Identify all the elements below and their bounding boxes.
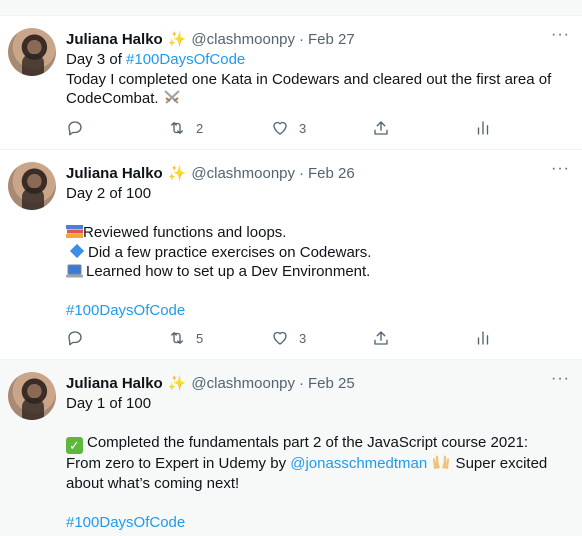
hashtag-link[interactable]: #100DaysOfCode	[66, 514, 185, 531]
share-button[interactable]	[372, 119, 390, 137]
author-handle[interactable]: @clashmoonpy	[191, 375, 295, 392]
books-icon	[66, 225, 83, 238]
retweet-button[interactable]: 2	[168, 119, 203, 137]
retweet-icon	[171, 332, 183, 344]
author-handle[interactable]: @clashmoonpy	[191, 31, 295, 48]
share-icon	[374, 121, 388, 135]
avatar[interactable]	[8, 28, 56, 76]
separator-dot: ·	[299, 30, 304, 48]
list-item-text: Learned how to set up a Dev Environment.	[86, 263, 371, 280]
blue-diamond-icon	[69, 243, 85, 258]
analytics-icon	[477, 331, 489, 345]
sparkles-icon: ✨	[167, 165, 187, 182]
sparkles-icon: ✨	[167, 375, 187, 392]
more-icon[interactable]: ···	[551, 370, 570, 388]
tweet-text-line: Day 2 of 100	[66, 185, 152, 202]
sparkles-icon: ✨	[167, 31, 187, 48]
mention-link[interactable]: @jonasschmedtman	[290, 455, 427, 472]
separator-dot: ·	[299, 164, 304, 182]
analytics-button[interactable]	[474, 329, 492, 347]
retweet-count: 2	[196, 120, 204, 136]
tweet[interactable]: Juliana Halko ✨ @clashmoonpy · Feb 27 ··…	[0, 16, 582, 150]
tweet-header: Juliana Halko ✨ @clashmoonpy · Feb 25 ··…	[66, 370, 570, 394]
tweet-text-line: CodeCombat.	[66, 90, 159, 107]
tweet-text-line: Day 1 of 100	[66, 395, 152, 412]
previous-tweet-edge	[0, 0, 582, 16]
analytics-button[interactable]	[474, 119, 492, 137]
more-icon[interactable]: ···	[551, 26, 570, 44]
raising-hands-icon	[433, 455, 450, 469]
tweet-content: Juliana Halko ✨ @clashmoonpy · Feb 27 ··…	[66, 26, 570, 109]
tweet[interactable]: Juliana Halko ✨ @clashmoonpy · Feb 26 ··…	[0, 150, 582, 360]
tweet-text-line: Day 3 of	[66, 51, 127, 68]
tweet-actions: 2 3	[66, 119, 496, 139]
reply-button[interactable]	[66, 119, 84, 137]
tweet-text-line: Completed the fundamentals part 2 of the…	[87, 434, 529, 451]
share-button[interactable]	[372, 329, 390, 347]
tweet-text-line: Today I completed one Kata in Codewars a…	[66, 70, 552, 88]
hashtag-link[interactable]: #100DaysOfCode	[126, 51, 245, 68]
reply-button[interactable]	[66, 329, 84, 347]
like-count: 3	[299, 120, 307, 136]
like-count: 3	[299, 330, 307, 346]
author-name[interactable]: Juliana Halko	[66, 31, 163, 48]
crossed-swords-icon	[163, 90, 180, 104]
tweet-content: Juliana Halko ✨ @clashmoonpy · Feb 25 ··…	[66, 370, 570, 532]
tweet-text: Day 3 of #100DaysOfCode Today I complete…	[66, 50, 570, 109]
like-icon	[273, 121, 287, 135]
tweet-text-line: From zero to Expert in Udemy by	[66, 455, 291, 472]
share-icon	[374, 331, 388, 345]
like-icon	[273, 331, 287, 345]
tweet-text-line: Super excited	[451, 455, 548, 472]
tweet-date[interactable]: Feb 27	[308, 31, 355, 48]
author-name[interactable]: Juliana Halko	[66, 165, 163, 182]
author-name[interactable]: Juliana Halko	[66, 375, 163, 392]
tweet-date[interactable]: Feb 26	[308, 165, 355, 182]
tweet-content: Juliana Halko ✨ @clashmoonpy · Feb 26 ··…	[66, 160, 570, 321]
tweet-actions: 5 3	[66, 329, 496, 349]
author-handle[interactable]: @clashmoonpy	[191, 165, 295, 182]
reply-icon	[68, 121, 82, 136]
tweet[interactable]: Juliana Halko ✨ @clashmoonpy · Feb 25 ··…	[0, 360, 582, 536]
tweet-text-line: about what’s coming next!	[66, 474, 240, 492]
analytics-icon	[477, 121, 489, 135]
retweet-icon	[171, 122, 183, 134]
reply-icon	[68, 331, 82, 346]
more-icon[interactable]: ···	[551, 160, 570, 178]
tweet-header: Juliana Halko ✨ @clashmoonpy · Feb 26 ··…	[66, 160, 570, 184]
like-button[interactable]: 3	[271, 119, 306, 137]
retweet-button[interactable]: 5	[168, 329, 203, 347]
retweet-count: 5	[196, 330, 204, 346]
separator-dot: ·	[299, 374, 304, 392]
check-mark-icon: ✓	[66, 437, 83, 454]
list-item-text: Did a few practice exercises on Codewars…	[88, 243, 372, 261]
tweet-text: Day 2 of 100 Reviewed functions and loop…	[66, 184, 570, 321]
tweet-date[interactable]: Feb 25	[308, 375, 355, 392]
avatar[interactable]	[8, 372, 56, 420]
tweet-text: Day 1 of 100 ✓ Completed the fundamentals…	[66, 394, 570, 532]
laptop-icon	[66, 264, 83, 278]
avatar[interactable]	[8, 162, 56, 210]
like-button[interactable]: 3	[271, 329, 306, 347]
tweet-header: Juliana Halko ✨ @clashmoonpy · Feb 27 ··…	[66, 26, 570, 50]
list-item-text: Reviewed functions and loops.	[83, 224, 287, 241]
hashtag-link[interactable]: #100DaysOfCode	[66, 302, 185, 319]
